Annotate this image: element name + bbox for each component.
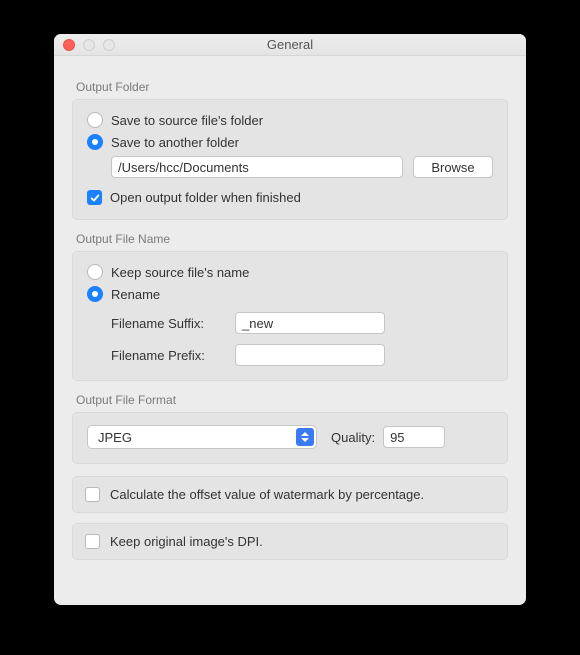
radio-icon xyxy=(87,134,103,150)
content-area: Output Folder Save to source file's fold… xyxy=(54,56,526,578)
output-name-label: Output File Name xyxy=(76,232,508,246)
suffix-input[interactable]: _new xyxy=(235,312,385,334)
minimize-icon xyxy=(83,39,95,51)
radio-save-another[interactable]: Save to another folder xyxy=(87,134,493,150)
output-folder-panel: Save to source file's folder Save to ano… xyxy=(72,99,508,220)
output-format-label: Output File Format xyxy=(76,393,508,407)
radio-icon xyxy=(87,286,103,302)
radio-keep-name[interactable]: Keep source file's name xyxy=(87,264,493,280)
quality-label: Quality: xyxy=(331,430,375,445)
radio-label: Keep source file's name xyxy=(111,265,249,280)
checkbox-label: Calculate the offset value of watermark … xyxy=(110,487,424,502)
close-icon[interactable] xyxy=(63,39,75,51)
radio-rename[interactable]: Rename xyxy=(87,286,493,302)
radio-icon xyxy=(87,112,103,128)
folder-path-value: /Users/hcc/Documents xyxy=(118,160,249,175)
radio-icon xyxy=(87,264,103,280)
format-value: JPEG xyxy=(98,430,132,445)
keep-dpi-option[interactable]: Keep original image's DPI. xyxy=(72,523,508,560)
preferences-window: General Output Folder Save to source fil… xyxy=(54,34,526,605)
checkbox-icon xyxy=(87,190,102,205)
titlebar: General xyxy=(54,34,526,56)
prefix-label: Filename Prefix: xyxy=(111,348,235,363)
radio-label: Save to another folder xyxy=(111,135,239,150)
browse-label: Browse xyxy=(431,160,474,175)
prefix-input[interactable] xyxy=(235,344,385,366)
radio-label: Save to source file's folder xyxy=(111,113,263,128)
folder-path-input[interactable]: /Users/hcc/Documents xyxy=(111,156,403,178)
suffix-value: _new xyxy=(242,316,273,331)
checkbox-icon xyxy=(85,487,100,502)
open-folder-checkbox[interactable]: Open output folder when finished xyxy=(87,190,493,205)
browse-button[interactable]: Browse xyxy=(413,156,493,178)
output-name-panel: Keep source file's name Rename Filename … xyxy=(72,251,508,381)
format-select[interactable]: JPEG xyxy=(87,425,317,449)
checkbox-label: Open output folder when finished xyxy=(110,190,301,205)
checkbox-icon xyxy=(85,534,100,549)
quality-value: 95 xyxy=(390,430,404,445)
window-controls xyxy=(54,39,115,51)
offset-percentage-option[interactable]: Calculate the offset value of watermark … xyxy=(72,476,508,513)
window-title: General xyxy=(54,37,526,52)
zoom-icon xyxy=(103,39,115,51)
checkbox-label: Keep original image's DPI. xyxy=(110,534,263,549)
output-format-panel: JPEG Quality: 95 xyxy=(72,412,508,464)
output-folder-label: Output Folder xyxy=(76,80,508,94)
radio-save-source[interactable]: Save to source file's folder xyxy=(87,112,493,128)
updown-icon xyxy=(296,428,314,446)
quality-input[interactable]: 95 xyxy=(383,426,445,448)
radio-label: Rename xyxy=(111,287,160,302)
suffix-label: Filename Suffix: xyxy=(111,316,235,331)
